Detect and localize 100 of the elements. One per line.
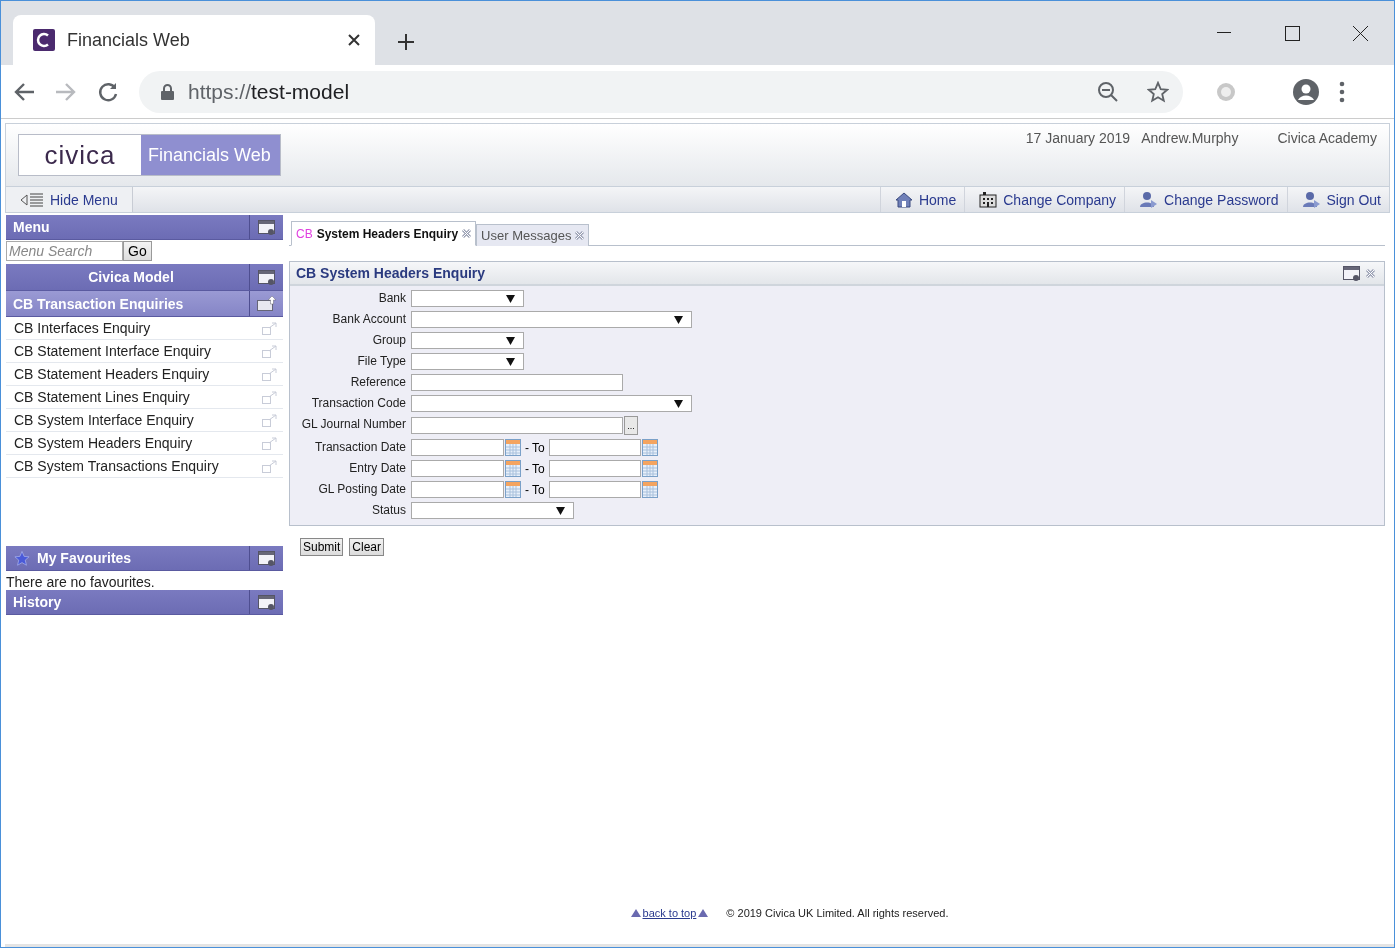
nav-link[interactable]: Change Company (964, 187, 1125, 212)
menu-item[interactable]: CB Statement Interface Enquiry (6, 340, 283, 363)
form-button[interactable]: Submit (300, 538, 344, 556)
text-field[interactable] (411, 374, 623, 391)
favourites-heading: My Favourites (6, 549, 249, 567)
field-label: File Type (356, 353, 406, 370)
calendar-icon[interactable] (505, 439, 521, 456)
menu-search-field[interactable]: Menu Search (6, 241, 123, 261)
close-icon[interactable] (1352, 25, 1368, 41)
to-label: - To (525, 482, 545, 497)
date-field[interactable] (411, 439, 504, 456)
model-heading: Civica Model (87, 269, 175, 285)
maximize-icon[interactable] (1284, 25, 1300, 41)
external-link-icon (262, 344, 277, 358)
dropdown[interactable] (411, 353, 524, 370)
back-to-top-link[interactable]: back to top (630, 907, 709, 919)
to-label: - To (525, 461, 545, 476)
menu-item[interactable]: CB System Transactions Enquiry (6, 455, 283, 478)
field-label: Status (370, 502, 406, 519)
organisation-name: Civica Academy (1277, 130, 1377, 146)
zoom-out-icon[interactable] (1097, 80, 1119, 103)
menu-item[interactable]: CB System Headers Enquiry (6, 432, 283, 455)
minimize-icon[interactable] (1217, 32, 1231, 34)
star-icon[interactable] (1147, 80, 1169, 103)
menu-item[interactable]: CB Interfaces Enquiry (6, 317, 283, 340)
external-link-icon (262, 367, 277, 381)
menu-item[interactable]: CB Statement Lines Enquiry (6, 386, 283, 409)
external-link-icon (262, 390, 277, 404)
dropdown-arrow-icon (674, 315, 683, 324)
browser-tab[interactable]: Financials Web (13, 15, 375, 65)
new-tab-icon[interactable] (397, 33, 415, 51)
nav-link[interactable]: Sign Out (1286, 187, 1389, 212)
calendar-icon[interactable] (505, 460, 521, 477)
date-field[interactable] (548, 439, 641, 456)
tab[interactable]: CB System Headers Enquiry (291, 221, 477, 246)
logo: civica (19, 135, 141, 175)
address-bar[interactable]: https://test-model (139, 70, 1183, 113)
field-label: Bank Account (331, 311, 406, 328)
up-triangle-icon (698, 909, 709, 917)
menu-heading: Menu (12, 219, 51, 235)
nav-link[interactable]: Home (879, 187, 965, 212)
site-icon (33, 29, 55, 51)
calendar-icon[interactable] (641, 481, 658, 498)
dropdown[interactable] (411, 502, 574, 519)
date-field[interactable] (548, 460, 641, 477)
external-link-icon (262, 413, 277, 427)
date-field[interactable] (411, 481, 504, 498)
back-arrow-icon[interactable] (13, 81, 35, 102)
building-icon (979, 191, 998, 208)
dropdown[interactable] (411, 290, 524, 307)
external-link-icon (262, 321, 277, 335)
account-icon[interactable] (1293, 78, 1319, 105)
external-link-icon (262, 436, 277, 450)
product-name: Financials Web (141, 135, 280, 175)
calendar-icon[interactable] (505, 481, 521, 498)
form-button[interactable]: Clear (349, 538, 385, 556)
field-label: Entry Date (348, 460, 406, 477)
calendar-icon[interactable] (641, 439, 658, 456)
dropdown[interactable] (411, 332, 524, 349)
panel-title: CB System Headers Enquiry (296, 265, 487, 281)
field-label: Bank (377, 290, 406, 307)
field-label: GL Posting Date (317, 481, 406, 498)
go-button[interactable]: Go (123, 241, 152, 261)
reload-icon[interactable] (97, 80, 119, 103)
window-icon[interactable] (257, 269, 276, 285)
menu-item[interactable]: CB Statement Headers Enquiry (6, 363, 283, 386)
field-label: Group (371, 332, 406, 349)
collapse-menu-icon (20, 192, 44, 207)
window-icon[interactable] (1343, 265, 1361, 281)
window-icon[interactable] (257, 219, 276, 235)
tab-title: Financials Web (67, 29, 191, 51)
date-text: 17 January 2019 (1025, 130, 1131, 146)
up-triangle-icon (630, 909, 641, 917)
more-menu-icon[interactable] (1339, 80, 1345, 103)
tab[interactable]: User Messages (476, 224, 590, 246)
window-icon[interactable] (257, 550, 276, 566)
window-icon[interactable] (257, 594, 276, 610)
menu-item[interactable]: CB System Interface Enquiry (6, 409, 283, 432)
close-icon[interactable] (347, 33, 361, 47)
star-icon (13, 549, 31, 567)
dropdown[interactable] (411, 311, 692, 328)
date-field[interactable] (411, 460, 504, 477)
dropdown-arrow-icon (556, 506, 565, 515)
to-label: - To (525, 440, 545, 455)
hide-menu-link[interactable]: Hide Menu (6, 187, 133, 212)
dropdown[interactable] (411, 395, 692, 412)
copyright-text: © 2019 Civica UK Limited. All rights reserved. (726, 907, 949, 919)
field-label: GL Journal Number (300, 416, 406, 433)
external-link-icon (262, 459, 277, 473)
text-field[interactable] (411, 417, 623, 434)
calendar-icon[interactable] (641, 460, 658, 477)
dropdown-arrow-icon (506, 336, 515, 345)
lookup-button[interactable]: ... (624, 416, 638, 435)
date-field[interactable] (548, 481, 641, 498)
forward-arrow-icon[interactable] (55, 81, 77, 102)
field-label: Transaction Code (310, 395, 406, 412)
dropdown-arrow-icon (674, 399, 683, 408)
nav-link[interactable]: Change Password (1124, 187, 1287, 212)
extension-icon[interactable] (1215, 80, 1237, 103)
folder-up-icon[interactable] (256, 296, 277, 311)
